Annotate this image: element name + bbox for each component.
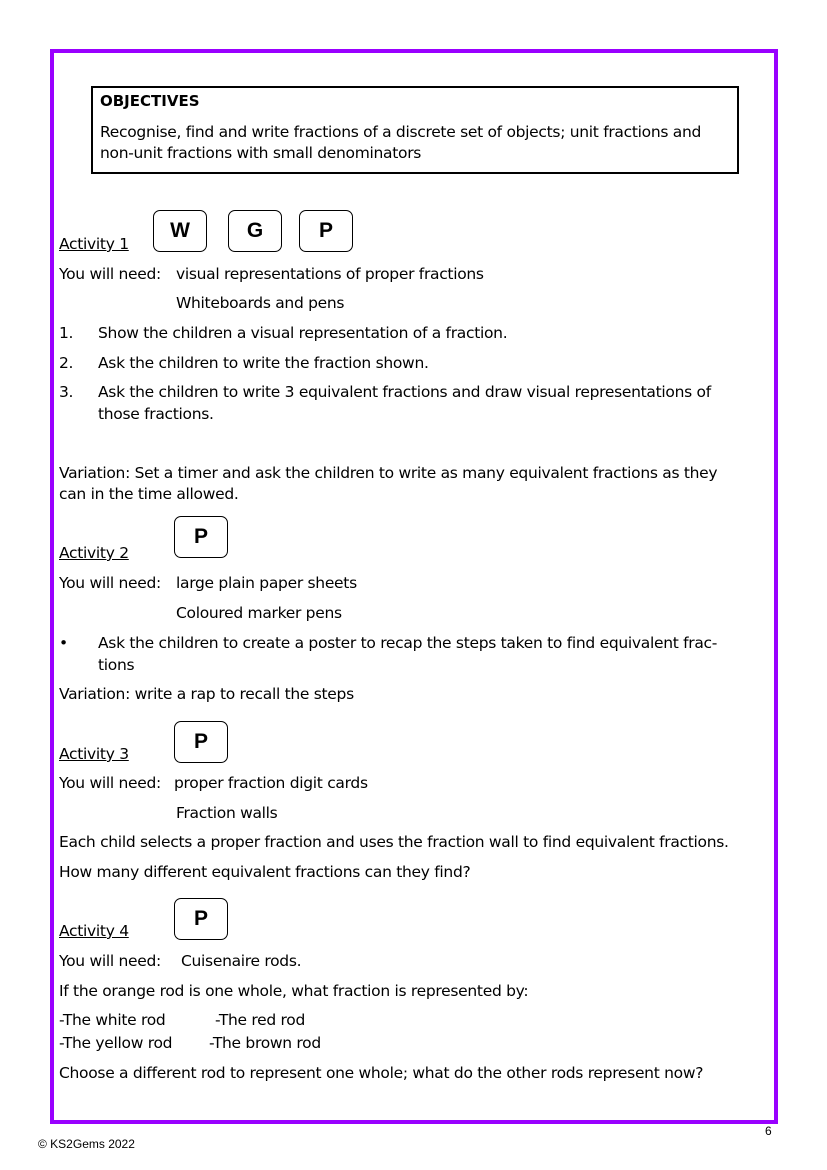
objectives-box: OBJECTIVES Recognise, find and write fra… [91, 86, 739, 174]
badge-pair: P [174, 516, 228, 558]
activity-2-need-label: You will need: [59, 574, 161, 592]
activity-4-need-label: You will need: [59, 952, 161, 970]
step-text: Ask the children to write the fraction s… [98, 354, 429, 372]
objectives-title: OBJECTIVES [100, 92, 200, 110]
badge-whole-class: W [153, 210, 207, 252]
bullet-text-cont: tions [98, 656, 135, 674]
step-marker: 3. [59, 383, 74, 401]
badge-pair: P [174, 898, 228, 940]
badge-pair: P [174, 721, 228, 763]
activity-3-line: Each child selects a proper fraction and… [59, 833, 729, 851]
activity-1-variation-cont: can in the time allowed. [59, 485, 239, 503]
page-number: 6 [765, 1124, 772, 1138]
badge-pair: P [299, 210, 353, 252]
bullet-icon: • [59, 634, 68, 652]
rod-item: -The white rod [59, 1011, 166, 1029]
activity-1-title: Activity 1 [59, 235, 129, 253]
rod-item: -The brown rod [209, 1034, 321, 1052]
activity-3-line: How many different equivalent fractions … [59, 863, 471, 881]
step-text-cont: those fractions. [98, 405, 214, 423]
activity-3-need-item: Fraction walls [176, 804, 278, 822]
activity-3-title: Activity 3 [59, 745, 129, 763]
badge-group: G [228, 210, 282, 252]
activity-1-need-label: You will need: [59, 265, 161, 283]
activity-2-need-item: Coloured marker pens [176, 604, 342, 622]
activity-2-variation: Variation: write a rap to recall the ste… [59, 685, 354, 703]
activity-3-need-label: You will need: [59, 774, 161, 792]
step-marker: 2. [59, 354, 74, 372]
activity-2-title: Activity 2 [59, 544, 129, 562]
activity-3-need-item: proper fraction digit cards [174, 774, 368, 792]
step-text: Show the children a visual representatio… [98, 324, 508, 342]
activity-1-need-item: Whiteboards and pens [176, 294, 345, 312]
bullet-text: Ask the children to create a poster to r… [98, 634, 718, 652]
rod-item: -The red rod [215, 1011, 306, 1029]
objectives-text: Recognise, find and write fractions of a… [100, 123, 702, 162]
rod-item: -The yellow rod [59, 1034, 173, 1052]
activity-4-closing: Choose a different rod to represent one … [59, 1064, 704, 1082]
activity-2-need-item: large plain paper sheets [176, 574, 357, 592]
activity-1-variation: Variation: Set a timer and ask the child… [59, 464, 718, 482]
copyright: © KS2Gems 2022 [38, 1137, 135, 1151]
step-marker: 1. [59, 324, 74, 342]
activity-4-question: If the orange rod is one whole, what fra… [59, 982, 529, 1000]
activity-1-need-item: visual representations of proper fractio… [176, 265, 484, 283]
step-text: Ask the children to write 3 equivalent f… [98, 383, 711, 401]
activity-4-title: Activity 4 [59, 922, 129, 940]
activity-4-need-item: Cuisenaire rods. [181, 952, 302, 970]
